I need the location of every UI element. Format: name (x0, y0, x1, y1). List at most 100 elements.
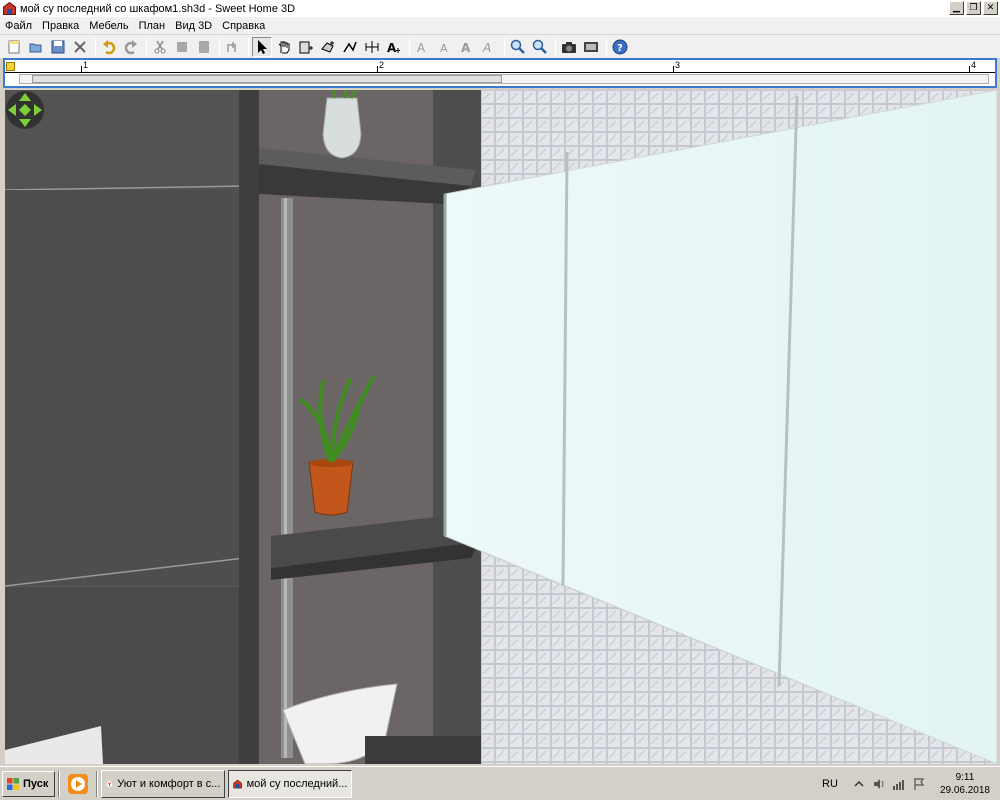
create-rooms-button[interactable] (318, 37, 338, 57)
ruler-tick (377, 66, 378, 72)
svg-text:?: ? (617, 43, 623, 54)
decrease-text-button[interactable]: A (435, 37, 455, 57)
minimize-icon: ▁ (953, 3, 960, 13)
cut-button[interactable] (150, 37, 170, 57)
toolbar-separator (248, 37, 249, 56)
create-video-button[interactable] (581, 37, 601, 57)
clock[interactable]: 9:11 29.06.2018 (940, 771, 990, 797)
flower-pot (308, 461, 354, 516)
text-style-icon: A (417, 41, 426, 55)
toolbar-separator (219, 37, 220, 56)
menu-3d-view[interactable]: Вид 3D (170, 20, 217, 32)
copy-button[interactable] (172, 37, 192, 57)
language-indicator[interactable]: RU (822, 778, 838, 790)
redo-icon (124, 39, 137, 54)
add-furniture-button[interactable] (223, 37, 243, 57)
svg-text:A: A (461, 41, 471, 55)
new-home-button[interactable] (4, 37, 24, 57)
menu-file[interactable]: Файл (0, 20, 37, 32)
bold-text-button[interactable]: A (457, 37, 477, 57)
new-file-icon (8, 40, 20, 53)
create-dimensions-button[interactable] (362, 37, 382, 57)
help-button[interactable]: ? (610, 37, 630, 57)
italic-icon: A (482, 41, 491, 55)
system-tray: RU 9:11 29.06.2018 (822, 769, 1000, 799)
create-video-icon (584, 41, 598, 52)
navigation-arrows-icon[interactable] (5, 90, 45, 130)
media-player-icon[interactable] (67, 773, 89, 795)
taskbar-separator (96, 770, 99, 797)
ruler-label-2: 2 (379, 60, 385, 70)
dark-wall-tile (5, 190, 245, 586)
ruler-label-3: 3 (675, 60, 681, 70)
ruler (5, 72, 995, 73)
restore-button[interactable]: ❐ (966, 1, 981, 15)
network-icon[interactable] (892, 777, 906, 791)
save-icon (51, 40, 65, 53)
create-dimensions-icon (365, 40, 379, 53)
zoom-out-icon (532, 39, 547, 54)
taskbar-separator (58, 770, 61, 797)
create-photo-button[interactable] (559, 37, 579, 57)
glass-vase (322, 97, 362, 159)
taskbar-item-sweet-home[interactable]: мой су последний... (228, 769, 353, 798)
restore-icon: ❐ (969, 3, 978, 13)
add-text-button[interactable]: A (384, 37, 404, 57)
close-button[interactable]: ✕ (983, 1, 998, 15)
open-button[interactable] (26, 37, 46, 57)
plan-view[interactable]: 1 2 3 4 (3, 58, 997, 88)
pipe-highlight (284, 198, 287, 758)
pan-icon (278, 41, 290, 53)
3d-view[interactable] (5, 90, 997, 764)
save-button[interactable] (48, 37, 68, 57)
app-window: мой су последний со шкафом1.sh3d - Sweet… (0, 0, 1000, 800)
window-title: мой су последний со шкафом1.sh3d - Sweet… (20, 2, 296, 15)
toolbar-separator (409, 37, 410, 56)
taskbar: Пуск Y Уют и комфорт в с... мой су после… (0, 766, 1000, 800)
title-bar[interactable]: мой су последний со шкафом1.sh3d - Sweet… (0, 0, 1000, 17)
sweet-home-3d-icon (233, 779, 243, 788)
toolbar-separator (606, 37, 607, 56)
toolbar-separator (555, 37, 556, 56)
minimize-button[interactable]: ▁ (949, 1, 964, 15)
svg-text:A: A (440, 42, 448, 55)
clock-time: 9:11 (955, 772, 975, 783)
plan-horizontal-scrollbar[interactable] (19, 74, 989, 84)
increase-text-button[interactable]: A (413, 37, 433, 57)
zoom-out-button[interactable] (530, 37, 550, 57)
volume-icon[interactable] (872, 777, 886, 791)
svg-text:Y: Y (107, 781, 112, 787)
scrollbar-thumb[interactable] (32, 75, 502, 83)
menu-furniture[interactable]: Мебель (84, 20, 133, 32)
action-center-flag-icon[interactable] (912, 777, 926, 791)
start-button[interactable]: Пуск (2, 770, 56, 797)
menu-help[interactable]: Справка (217, 20, 270, 32)
plan-corner-marker (6, 62, 15, 71)
toolbar-separator (504, 37, 505, 56)
redo-button[interactable] (121, 37, 141, 57)
italic-text-button[interactable]: A (479, 37, 499, 57)
add-text-icon: A (387, 41, 400, 55)
preferences-button[interactable] (70, 37, 90, 57)
paste-button[interactable] (194, 37, 214, 57)
svg-text:A: A (482, 41, 491, 55)
sweet-home-3d-icon (3, 2, 16, 15)
chevron-up-icon[interactable] (852, 777, 866, 791)
niche-floor (365, 736, 481, 764)
pan-mode-button[interactable] (274, 37, 294, 57)
toolbar-separator (146, 37, 147, 56)
menu-edit[interactable]: Правка (37, 20, 84, 32)
dark-wall-tile (5, 587, 245, 764)
cut-tool-icon (74, 40, 86, 53)
toolbar: A A A A A ? (0, 34, 1000, 58)
zoom-in-button[interactable] (508, 37, 528, 57)
create-polylines-button[interactable] (340, 37, 360, 57)
close-icon: ✕ (986, 3, 995, 13)
help-icon: ? (612, 39, 628, 54)
undo-button[interactable] (99, 37, 119, 57)
select-mode-button[interactable] (252, 36, 272, 57)
svg-text:A: A (387, 41, 397, 55)
taskbar-item-browser[interactable]: Y Уют и комфорт в с... (101, 769, 226, 798)
create-walls-button[interactable] (296, 37, 316, 57)
menu-plan[interactable]: План (134, 20, 171, 32)
